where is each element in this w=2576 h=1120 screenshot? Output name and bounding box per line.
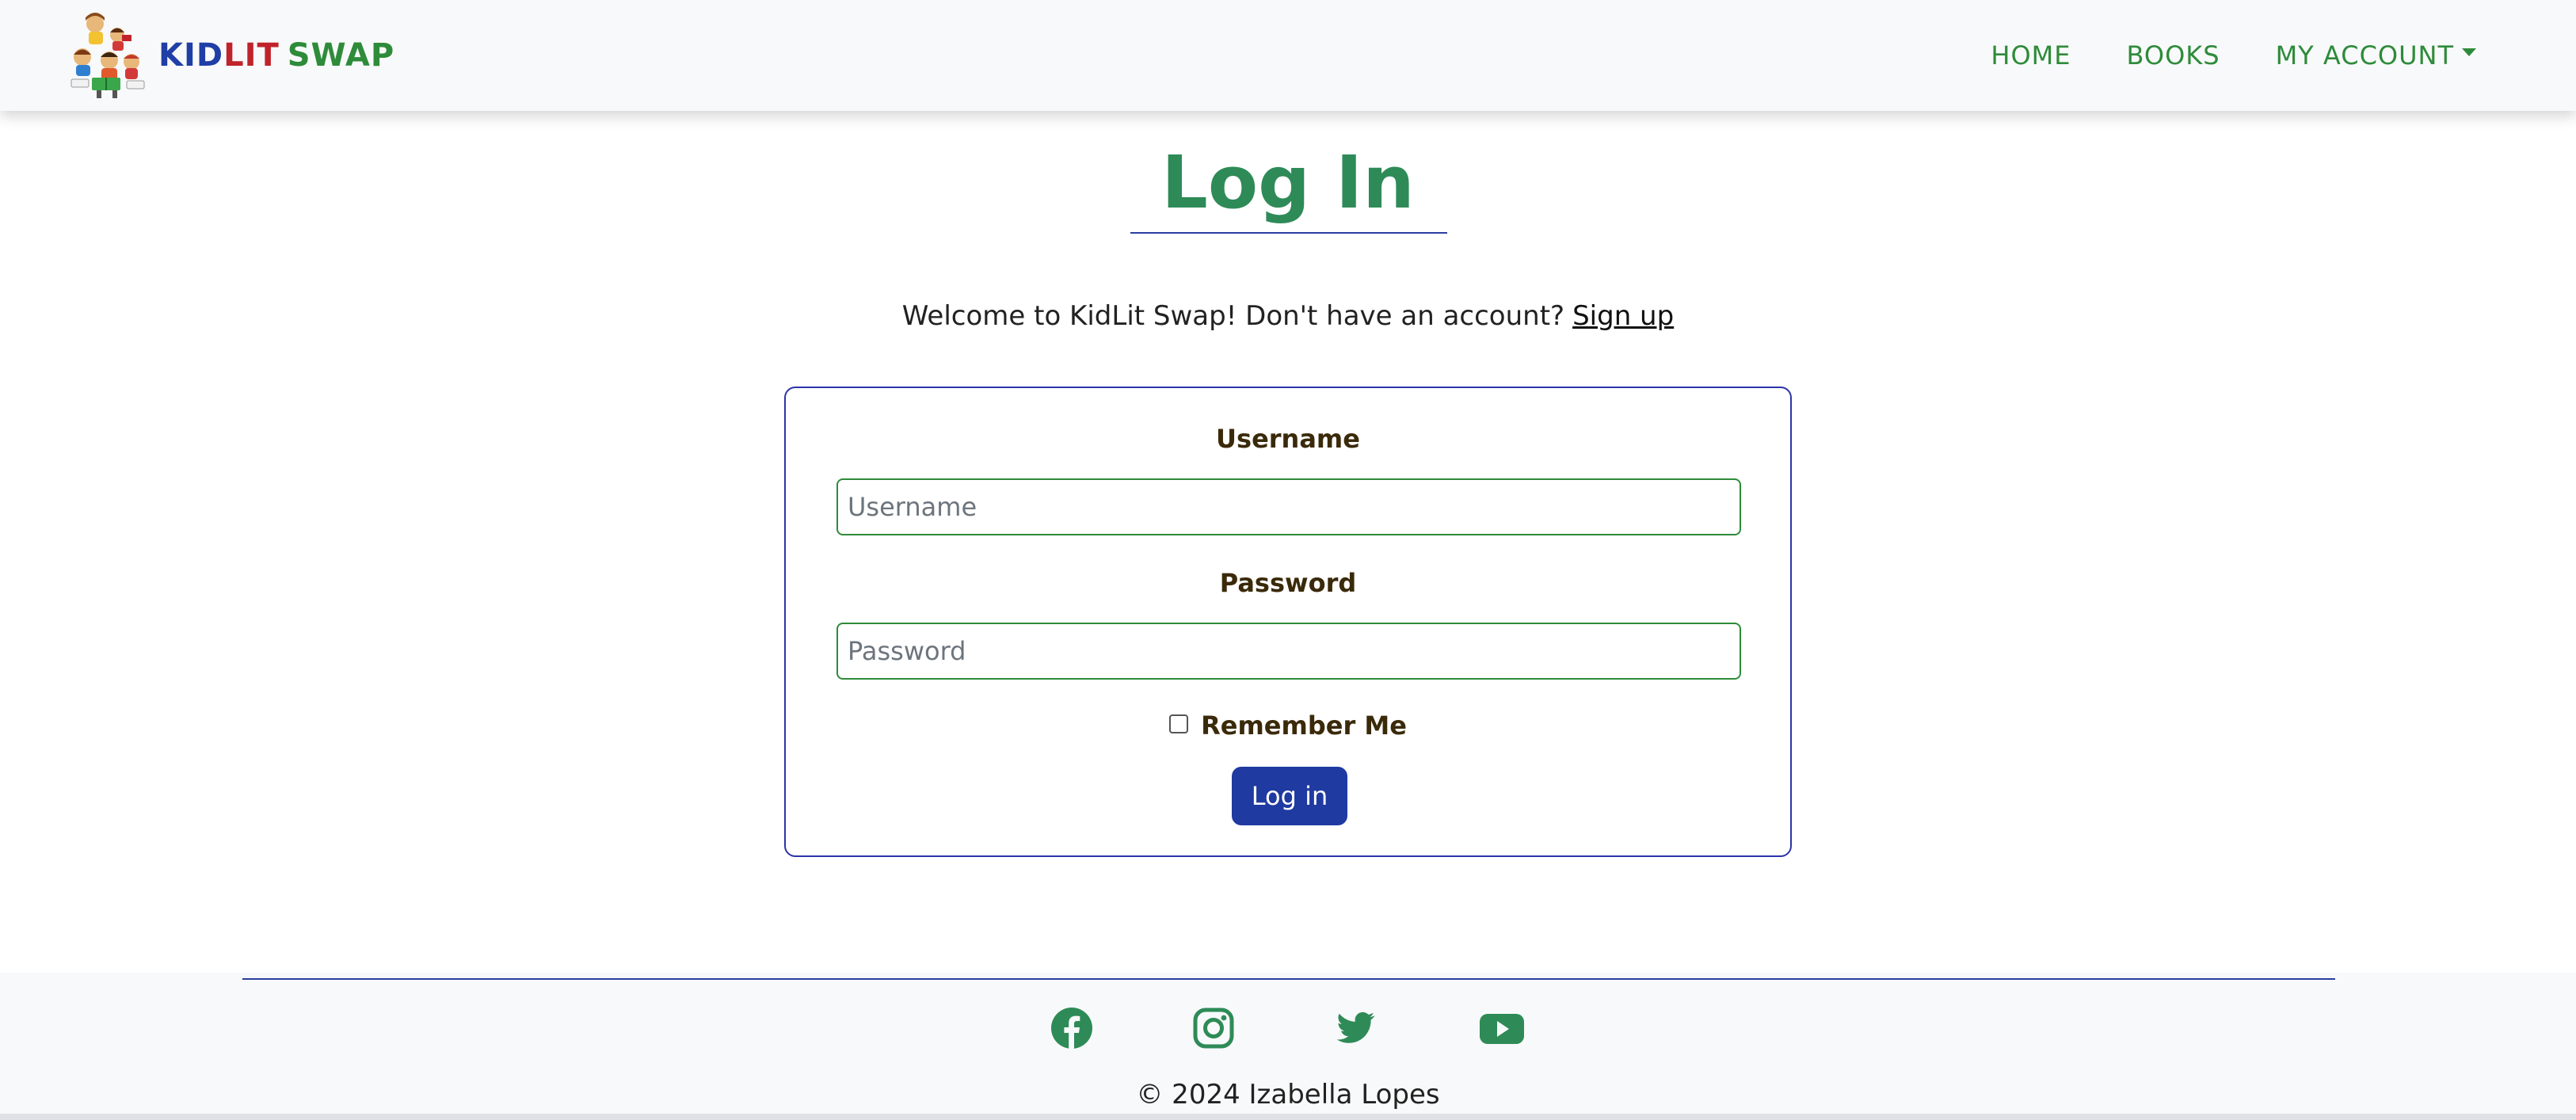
brand-name: KID LIT SWAP (158, 37, 394, 74)
navbar: KID LIT SWAP HOME BOOKS MY ACCOUNT (0, 0, 2576, 111)
caret-down-icon (2462, 48, 2476, 56)
instagram-icon[interactable] (1191, 1006, 1236, 1050)
brand-swap-text: SWAP (287, 37, 395, 74)
signup-link[interactable]: Sign up (1572, 300, 1674, 332)
brand-logo-icon (70, 13, 145, 98)
brand-link[interactable]: KID LIT SWAP (68, 11, 394, 100)
login-form: Username Password Remember Me Log in (784, 387, 1792, 857)
footer: © 2024 Izabella Lopes (0, 973, 2576, 1120)
nav-books-link[interactable]: BOOKS (2127, 40, 2220, 70)
copyright-text: © 2024 Izabella Lopes (1136, 1079, 1440, 1110)
password-input[interactable] (836, 623, 1741, 680)
username-input[interactable] (836, 478, 1741, 535)
welcome-text: Welcome to KidLit Swap! Don't have an ac… (901, 300, 1565, 332)
page-title: Log In (1161, 140, 1415, 225)
nav-home-link[interactable]: HOME (1991, 40, 2071, 70)
brand-lit-text: LIT (223, 37, 280, 74)
welcome-message: Welcome to KidLit Swap! Don't have an ac… (0, 296, 2576, 336)
youtube-icon[interactable] (1478, 1006, 1526, 1050)
login-button[interactable]: Log in (1232, 767, 1347, 825)
username-label: Username (1216, 424, 1360, 454)
facebook-icon[interactable] (1050, 1006, 1094, 1050)
footer-divider (242, 978, 2335, 980)
title-divider (1130, 232, 1447, 234)
remember-me-label[interactable]: Remember Me (1201, 708, 1407, 743)
page-bottom-edge (0, 1114, 2576, 1120)
nav-links: HOME BOOKS MY ACCOUNT (1991, 0, 2476, 111)
brand-kid-text: KID (158, 37, 224, 74)
remember-me-checkbox[interactable] (1169, 714, 1189, 733)
password-label: Password (1219, 568, 1357, 598)
nav-account-dropdown[interactable]: MY ACCOUNT (2276, 40, 2476, 70)
twitter-icon[interactable] (1333, 1006, 1378, 1050)
nav-account-label: MY ACCOUNT (2275, 40, 2454, 70)
remember-me-row: Remember Me (786, 708, 1790, 743)
